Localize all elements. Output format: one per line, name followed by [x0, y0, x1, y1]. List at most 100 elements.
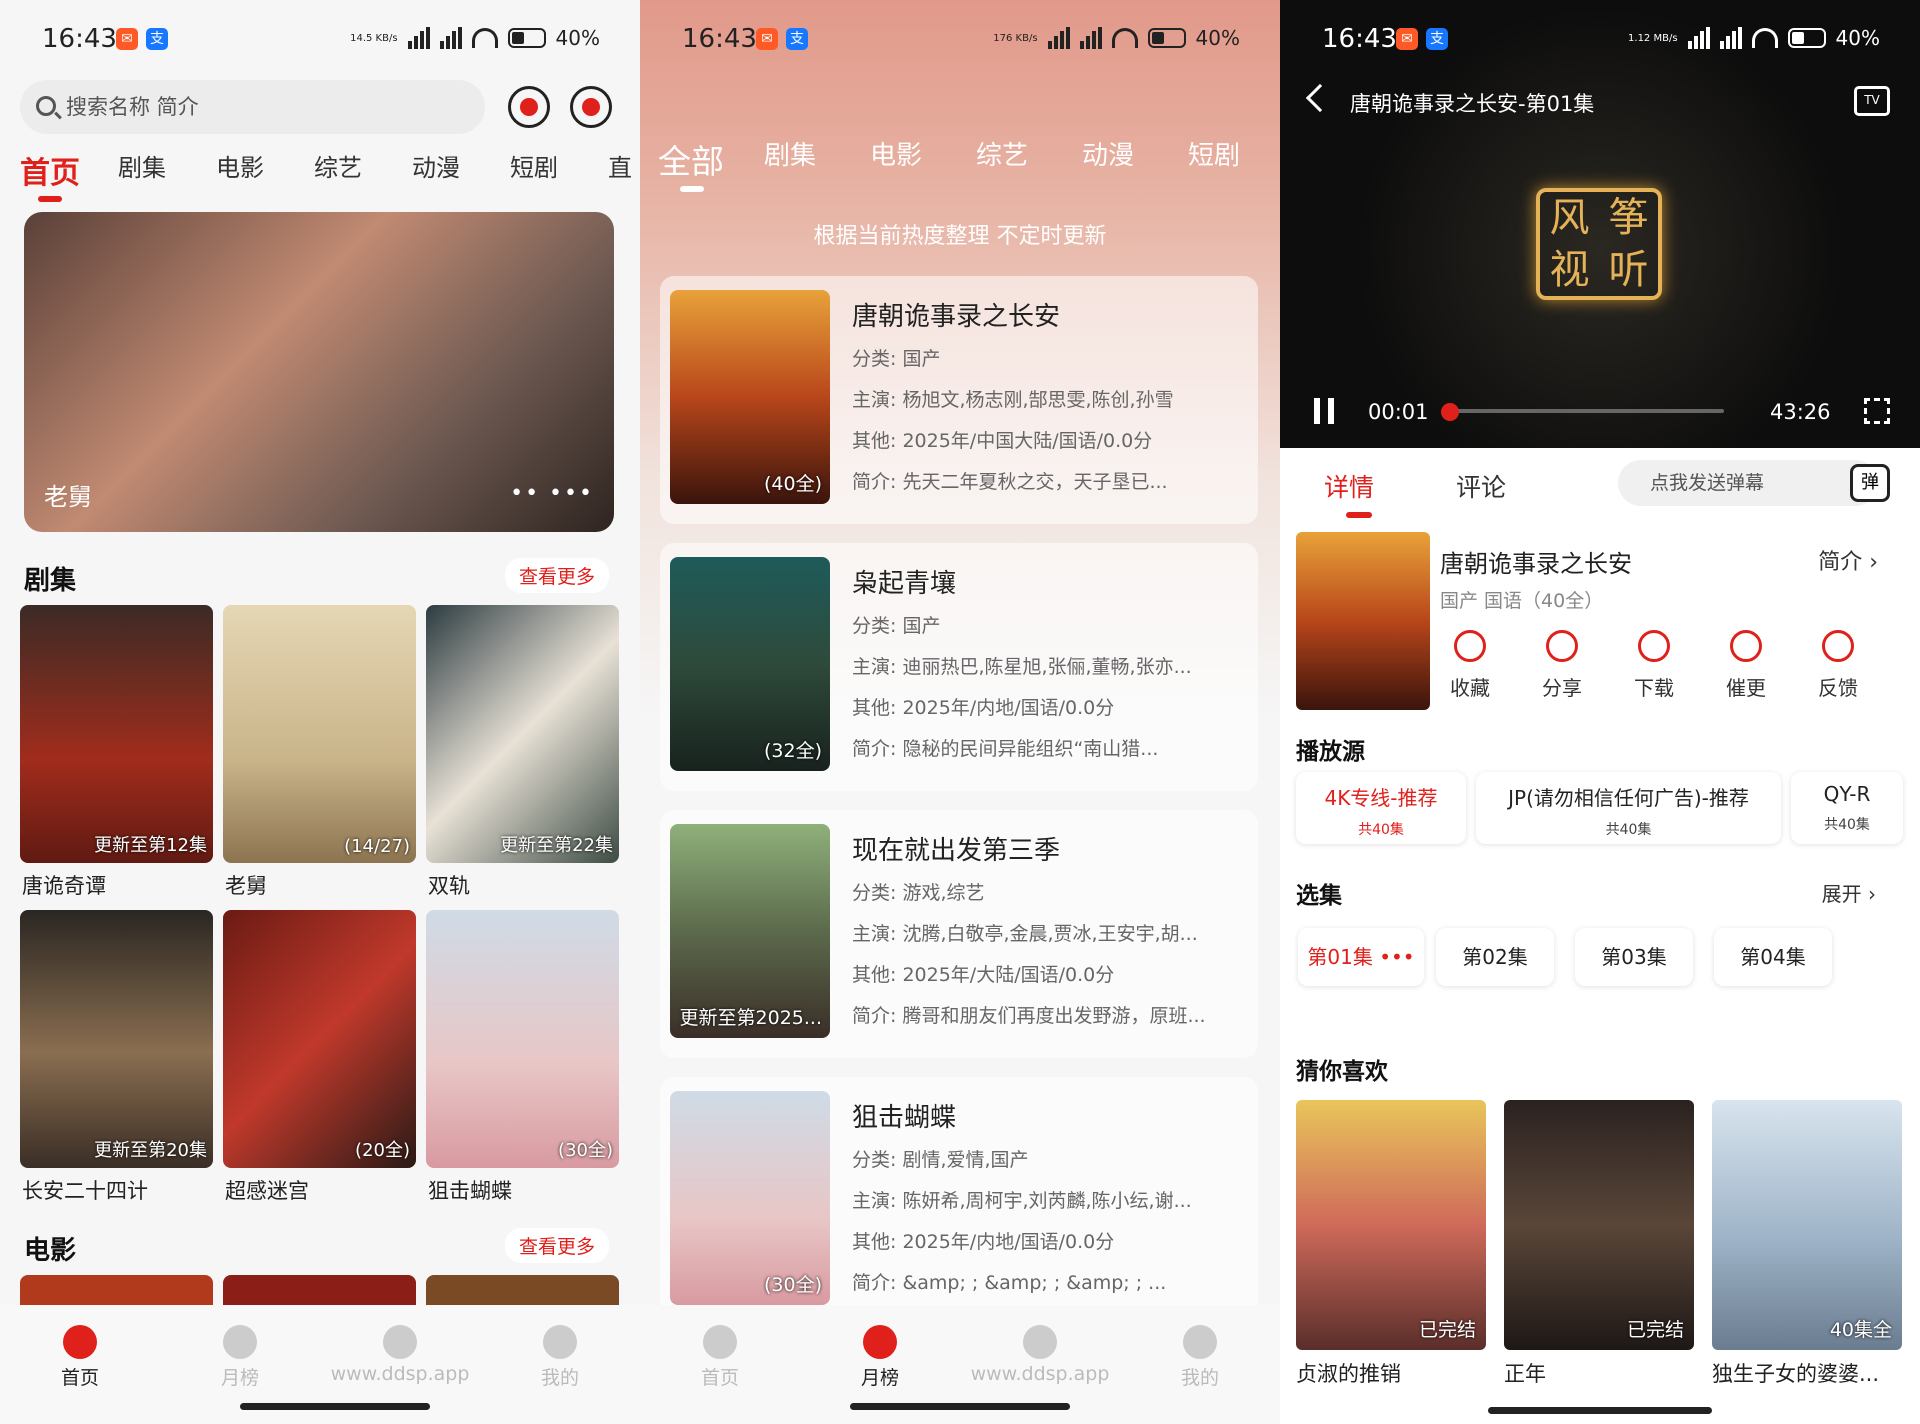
nav-home[interactable]: 首页: [0, 1305, 160, 1424]
tab-live[interactable]: 直: [608, 148, 640, 192]
nav-mine[interactable]: 我的: [480, 1305, 640, 1424]
tab-short[interactable]: 短剧: [1188, 135, 1280, 183]
chart-icon: [223, 1325, 257, 1359]
nav-label: 月榜: [860, 1367, 899, 1389]
history-icon[interactable]: [508, 86, 550, 128]
back-icon[interactable]: [1305, 83, 1335, 113]
cast-tv-icon[interactable]: TV: [1854, 86, 1890, 116]
bell-icon: [1730, 630, 1762, 662]
expand-button[interactable]: 展开 ›: [1822, 878, 1876, 907]
feedback-button[interactable]: 反馈: [1792, 630, 1884, 701]
source-count: 共40集: [1824, 817, 1870, 833]
episode-1[interactable]: 第01集 •••: [1298, 928, 1424, 986]
card-category: 分类: 国产: [852, 348, 941, 370]
poster-drama-2[interactable]: (14/27): [223, 605, 416, 863]
tab-anime[interactable]: 动漫: [1082, 135, 1188, 183]
tab-movie[interactable]: 电影: [870, 135, 976, 183]
rank-card[interactable]: (40全) 唐朝诡事录之长安 分类: 国产 主演: 杨旭文,杨志刚,郜思雯,陈创…: [660, 276, 1258, 524]
battery-icon: [507, 28, 546, 48]
detail-meta: 国产 国语（40全）: [1440, 590, 1604, 612]
source-option[interactable]: 4K专线-推荐 共40集: [1296, 772, 1466, 844]
chart-icon: [863, 1325, 897, 1359]
episode-2[interactable]: 第02集: [1436, 928, 1554, 986]
logo-char: 听: [1608, 247, 1649, 293]
progress-bar[interactable]: [1450, 409, 1724, 413]
danmu-input[interactable]: 点我发送弹幕: [1618, 460, 1878, 506]
favorite-button[interactable]: 收藏: [1424, 630, 1516, 701]
poster-drama-3[interactable]: 更新至第22集: [426, 605, 619, 863]
poster-drama-1[interactable]: 更新至第12集: [20, 605, 213, 863]
episode-3[interactable]: 第03集: [1575, 928, 1693, 986]
user-icon: [1183, 1325, 1217, 1359]
fullscreen-icon[interactable]: [1864, 398, 1890, 424]
progress-handle[interactable]: [1441, 403, 1460, 421]
banner-dots: •• •••: [510, 481, 594, 506]
tab-details[interactable]: 详情: [1324, 468, 1374, 504]
hero-banner[interactable]: 老舅 •• •••: [24, 212, 614, 532]
signal-icon-2: [1079, 27, 1102, 49]
card-cast: 主演: 陈妍希,周柯宇,刘芮麟,陈小纭,谢...: [852, 1190, 1192, 1212]
tab-variety[interactable]: 综艺: [976, 135, 1082, 183]
poster-drama-5[interactable]: (20全): [223, 910, 416, 1168]
tab-variety[interactable]: 综艺: [314, 148, 412, 192]
card-poster: (30全): [670, 1091, 830, 1305]
source-option[interactable]: JP(请勿相信任何广告)-推荐 共40集: [1476, 772, 1781, 844]
episode-4[interactable]: 第04集: [1714, 928, 1832, 986]
action-label: 下载: [1634, 676, 1674, 700]
globe-icon: [383, 1325, 417, 1359]
more-movie-button[interactable]: 查看更多: [505, 1228, 610, 1263]
recommend-poster[interactable]: 40集全: [1712, 1100, 1902, 1350]
tab-drama[interactable]: 剧集: [764, 135, 870, 183]
source-option[interactable]: QY-R 共40集: [1791, 772, 1903, 844]
share-button[interactable]: 分享: [1516, 630, 1608, 701]
rank-card[interactable]: (32全) 枭起青壤 分类: 国产 主演: 迪丽热巴,陈星旭,张俪,董畅,张亦.…: [660, 543, 1258, 791]
app-badge-icon: ✉: [1396, 28, 1418, 50]
search-input[interactable]: 搜索名称 简介: [20, 80, 485, 134]
status-right: 176 KB/s 40%: [993, 26, 1240, 50]
poster-caption: (40全): [763, 473, 822, 495]
tab-drama[interactable]: 剧集: [118, 148, 216, 192]
tab-comments[interactable]: 评论: [1456, 468, 1506, 504]
tab-indicator: [1346, 512, 1372, 518]
tab-movie[interactable]: 电影: [216, 148, 314, 192]
battery-icon: [1147, 28, 1186, 48]
pause-icon[interactable]: [1314, 398, 1334, 424]
tab-short[interactable]: 短剧: [510, 148, 608, 192]
brief-button[interactable]: 简介 ›: [1818, 544, 1878, 576]
download-button[interactable]: 下载: [1608, 630, 1700, 701]
card-poster: (40全): [670, 290, 830, 504]
tab-indicator: [38, 196, 62, 202]
danmu-icon[interactable]: 弹: [1850, 464, 1890, 502]
ranking-subtitle: 根据当前热度整理 不定时更新: [813, 224, 1107, 249]
status-bar: 16:43 ✉ 支 176 KB/s 40%: [640, 0, 1280, 78]
video-player[interactable]: 16:43 ✉ 支 1.12 MB/s 40% 唐朝诡事录之长安-第01集 TV…: [1280, 0, 1920, 448]
tab-all[interactable]: 全部: [658, 135, 764, 183]
watermark-logo: 风 筝 视 听: [1536, 188, 1662, 300]
nav-home[interactable]: 首页: [640, 1305, 800, 1424]
home-screen: 16:43 ✉ 支 14.5 KB/s 40% 搜索名称 简介 首页 剧集 电影…: [0, 0, 640, 1424]
user-icon: [543, 1325, 577, 1359]
rank-card[interactable]: 更新至第2025... 现在就出发第三季 分类: 游戏,综艺 主演: 沈腾,白敬…: [660, 810, 1258, 1058]
tab-home[interactable]: 首页: [20, 148, 118, 192]
logo-char: 风: [1549, 195, 1590, 241]
download-icon[interactable]: [570, 86, 612, 128]
card-other: 其他: 2025年/内地/国语/0.0分: [852, 1231, 1115, 1253]
battery-level: 40%: [555, 26, 600, 50]
urge-update-button[interactable]: 催更: [1700, 630, 1792, 701]
card-title: 唐朝诡事录之长安: [852, 302, 1061, 332]
more-drama-button[interactable]: 查看更多: [505, 558, 610, 593]
poster-title: 狙击蝴蝶: [428, 1179, 512, 1203]
nav-mine[interactable]: 我的: [1120, 1305, 1280, 1424]
action-label: 反馈: [1818, 676, 1858, 700]
card-cast: 主演: 杨旭文,杨志刚,郜思雯,陈创,孙雪: [852, 389, 1174, 411]
nav-label: 我的: [540, 1367, 579, 1389]
recommend-poster[interactable]: 已完结: [1296, 1100, 1486, 1350]
poster-drama-6[interactable]: (30全): [426, 910, 619, 1168]
signal-icon-2: [1719, 27, 1742, 49]
tab-anime[interactable]: 动漫: [412, 148, 510, 192]
download-icon: [1638, 630, 1670, 662]
poster-drama-4[interactable]: 更新至第20集: [20, 910, 213, 1168]
poster-caption: 更新至第20集: [94, 1140, 207, 1161]
recommend-poster[interactable]: 已完结: [1504, 1100, 1694, 1350]
rank-card[interactable]: (30全) 狙击蝴蝶 分类: 剧情,爱情,国产 主演: 陈妍希,周柯宇,刘芮麟,…: [660, 1077, 1258, 1325]
